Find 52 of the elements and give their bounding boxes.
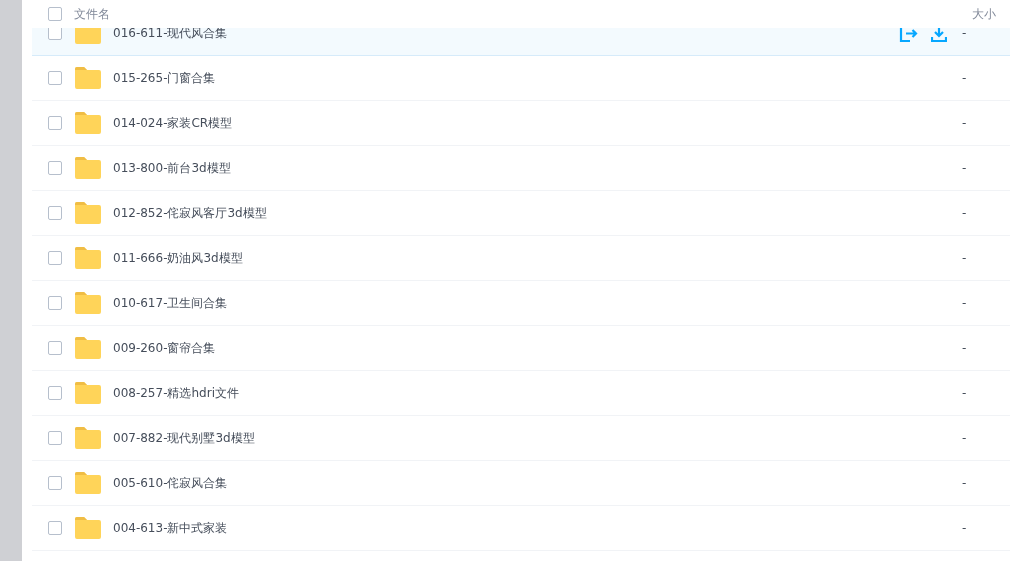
share-icon[interactable] [899, 28, 918, 42]
folder-name[interactable]: 013-800-前台3d模型 [113, 159, 947, 177]
folder-icon [75, 382, 101, 404]
folder-name[interactable]: 011-666-奶油风3d模型 [113, 249, 947, 267]
file-size: - [962, 521, 968, 535]
download-icon[interactable] [931, 28, 947, 42]
folder-name[interactable]: 012-852-侘寂风客厅3d模型 [113, 204, 947, 222]
checkbox[interactable] [48, 341, 62, 355]
folder-name[interactable]: 014-024-家装CR模型 [113, 114, 947, 132]
folder-icon [75, 292, 101, 314]
folder-icon [75, 427, 101, 449]
file-size: - [962, 71, 968, 85]
folder-icon [75, 247, 101, 269]
folder-icon [75, 112, 101, 134]
checkbox[interactable] [48, 7, 62, 21]
column-header[interactable]: 文件名 [74, 5, 972, 23]
checkbox[interactable] [48, 116, 62, 130]
folder-icon [75, 157, 101, 179]
checkbox[interactable] [48, 521, 62, 535]
folder-icon [75, 67, 101, 89]
checkbox[interactable] [48, 476, 62, 490]
folder-icon [75, 337, 101, 359]
checkbox[interactable] [48, 431, 62, 445]
checkbox[interactable] [48, 386, 62, 400]
folder-name[interactable]: 010-617-卫生间合集 [113, 294, 947, 312]
folder-name[interactable]: 005-610-侘寂风合集 [113, 474, 947, 492]
checkbox[interactable] [48, 161, 62, 175]
folder-icon [75, 28, 101, 44]
folder-name[interactable]: 009-260-窗帘合集 [113, 339, 947, 357]
file-size: - [962, 341, 968, 355]
column-header[interactable]: 大小 [972, 5, 1010, 23]
file-size: - [962, 28, 968, 40]
folder-name[interactable]: 004-613-新中式家装 [113, 519, 947, 537]
checkbox[interactable] [48, 28, 62, 40]
folder-name[interactable]: 008-257-精选hdri文件 [113, 384, 947, 402]
file-size: - [962, 431, 968, 445]
file-size: - [962, 296, 968, 310]
folder-icon [75, 202, 101, 224]
checkbox[interactable] [48, 71, 62, 85]
file-size: - [962, 476, 968, 490]
file-size: - [962, 116, 968, 130]
file-size: - [962, 386, 968, 400]
checkbox[interactable] [48, 251, 62, 265]
folder-icon [75, 472, 101, 494]
folder-name[interactable]: 007-882-现代别墅3d模型 [113, 429, 947, 447]
file-size: - [962, 161, 968, 175]
checkbox[interactable] [48, 296, 62, 310]
checkbox[interactable] [48, 206, 62, 220]
file-size: - [962, 206, 968, 220]
folder-icon [75, 517, 101, 539]
folder-name[interactable]: 015-265-门窗合集 [113, 69, 947, 87]
file-size: - [962, 251, 968, 265]
